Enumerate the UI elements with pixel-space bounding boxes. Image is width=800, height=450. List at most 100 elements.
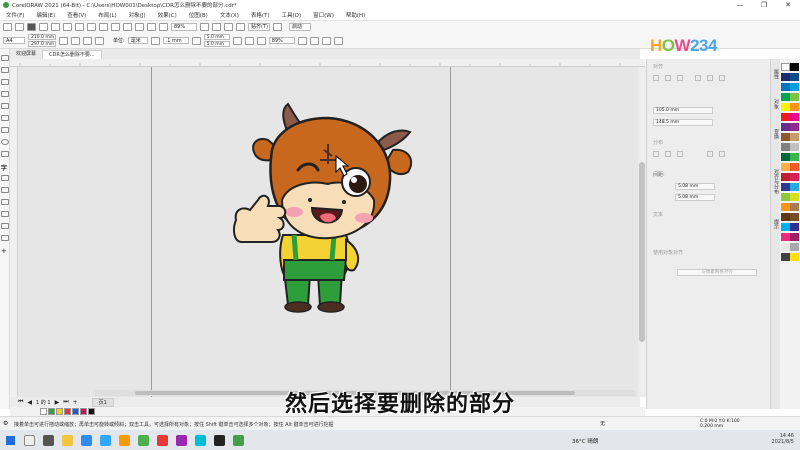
- maximize-button[interactable]: ❐: [752, 0, 776, 10]
- windows-start-icon[interactable]: [0, 430, 20, 450]
- eyedropper-tool-icon[interactable]: [1, 223, 9, 229]
- palette-orange[interactable]: [790, 103, 799, 111]
- menu-tools[interactable]: 工具(O): [276, 11, 308, 19]
- docker-tab-transform[interactable]: 变换: [772, 129, 780, 139]
- palette-royal[interactable]: [790, 223, 799, 231]
- menu-view[interactable]: 查看(V): [61, 11, 92, 19]
- edge-icon[interactable]: [81, 434, 92, 446]
- app-icon-red[interactable]: [157, 434, 168, 446]
- menu-bitmaps[interactable]: 位图(B): [183, 11, 214, 19]
- photoshop-icon[interactable]: [100, 434, 111, 446]
- all-pages-icon[interactable]: [83, 36, 92, 45]
- palette-dark-blue[interactable]: [790, 73, 799, 81]
- zoom-width-icon[interactable]: [321, 36, 331, 45]
- palette-azure[interactable]: [781, 223, 790, 231]
- illustrator-icon[interactable]: [119, 434, 130, 446]
- undo-icon[interactable]: [99, 23, 108, 31]
- bull-cartoon-drawing[interactable]: [228, 100, 428, 315]
- vertical-scroll-thumb[interactable]: [639, 162, 645, 342]
- palette-chartreuse[interactable]: [790, 193, 799, 201]
- palette-magenta[interactable]: [790, 113, 799, 121]
- app-icon-purple[interactable]: [176, 434, 187, 446]
- swatch-magenta[interactable]: [80, 408, 87, 415]
- menu-table[interactable]: 表格(T): [245, 11, 276, 19]
- menu-text[interactable]: 文本(X): [214, 11, 245, 19]
- palette-plum[interactable]: [790, 233, 799, 241]
- new-document-icon[interactable]: [3, 23, 12, 31]
- zoom-field[interactable]: 89%: [268, 37, 295, 44]
- docker-tab-align-distribute[interactable]: 对齐与分布: [772, 169, 780, 194]
- swatch-yellow[interactable]: [56, 408, 63, 415]
- palette-navy[interactable]: [781, 73, 790, 81]
- add-tool-icon[interactable]: +: [1, 247, 9, 255]
- menu-layout[interactable]: 布局(L): [92, 11, 122, 19]
- edit-scale-icon[interactable]: [256, 36, 266, 45]
- palette-none[interactable]: [781, 63, 790, 71]
- last-page-icon[interactable]: ⏭: [63, 398, 68, 406]
- palette-amber[interactable]: [781, 203, 790, 211]
- rectangle-tool-icon[interactable]: [1, 127, 9, 133]
- menu-object[interactable]: 对象(J): [123, 11, 152, 19]
- palette-violet[interactable]: [790, 123, 799, 131]
- ellipse-tool-icon[interactable]: [1, 139, 9, 145]
- palette-khaki[interactable]: [790, 203, 799, 211]
- palette-light-gray[interactable]: [781, 243, 790, 251]
- coreldraw-taskbar-icon[interactable]: [138, 434, 149, 446]
- full-screen-icon[interactable]: [200, 23, 209, 31]
- palette-forest[interactable]: [781, 153, 790, 161]
- tab-document[interactable]: CDR怎么删除不要...: [42, 49, 102, 59]
- freehand-tool-icon[interactable]: [1, 103, 9, 109]
- drop-shadow-tool-icon[interactable]: [1, 199, 9, 205]
- polygon-tool-icon[interactable]: [1, 151, 9, 157]
- menu-edit[interactable]: 编辑(E): [30, 11, 61, 19]
- palette-tan[interactable]: [790, 133, 799, 141]
- units-select[interactable]: 毫米: [127, 37, 148, 44]
- app-icon-black[interactable]: [214, 434, 225, 446]
- align-top-icon[interactable]: [695, 75, 701, 81]
- distribute-top-icon[interactable]: [707, 151, 713, 157]
- palette-blue[interactable]: [781, 83, 790, 91]
- spacing-v-field[interactable]: 5.08 mm: [675, 194, 715, 201]
- search-icon[interactable]: [24, 434, 35, 446]
- task-view-icon[interactable]: [43, 434, 54, 446]
- distribute-middle-icon[interactable]: [719, 151, 725, 157]
- close-button[interactable]: ✕: [776, 0, 800, 10]
- distribute-center-icon[interactable]: [665, 151, 671, 157]
- connector-tool-icon[interactable]: [1, 187, 9, 193]
- app-icon-green[interactable]: [233, 434, 244, 446]
- weather-widget[interactable]: 36°C 晴朗: [572, 437, 598, 445]
- search-content-icon[interactable]: [123, 23, 132, 31]
- swatch-blue[interactable]: [72, 408, 79, 415]
- palette-black[interactable]: [790, 63, 799, 71]
- align-left-icon[interactable]: [653, 75, 659, 81]
- prev-page-icon[interactable]: ◀: [27, 399, 32, 406]
- file-explorer-icon[interactable]: [62, 434, 73, 446]
- rulers-icon[interactable]: [212, 23, 221, 31]
- distribute-right-icon[interactable]: [677, 151, 683, 157]
- landscape-icon[interactable]: [71, 36, 80, 45]
- palette-rose[interactable]: [790, 173, 799, 181]
- menu-effects[interactable]: 效果(C): [152, 11, 183, 19]
- status-gear-icon[interactable]: ⚙: [3, 420, 8, 427]
- pick-tool-icon[interactable]: [1, 55, 9, 61]
- app-icon-cyan[interactable]: [195, 434, 206, 446]
- palette-silver[interactable]: [790, 143, 799, 151]
- docker-tab-objects[interactable]: 对象: [772, 99, 780, 109]
- menu-file[interactable]: 文件(F): [0, 11, 30, 19]
- palette-sienna[interactable]: [790, 213, 799, 221]
- vertical-scrollbar[interactable]: [638, 67, 646, 397]
- zoom-fit-icon[interactable]: [297, 36, 307, 45]
- x-position-field[interactable]: 105.0 mm: [653, 107, 713, 114]
- next-page-icon[interactable]: ▶: [55, 399, 60, 406]
- import-icon[interactable]: [135, 23, 144, 31]
- snap-to-dropdown[interactable]: 贴齐(T): [248, 23, 270, 31]
- palette-vermilion[interactable]: [790, 163, 799, 171]
- page-width-field[interactable]: 210.0 mm: [28, 34, 56, 40]
- guidelines-icon[interactable]: [236, 23, 245, 31]
- redo-icon[interactable]: [111, 23, 120, 31]
- swatch-white[interactable]: [40, 408, 47, 415]
- y-position-field[interactable]: 148.5 mm: [653, 119, 713, 126]
- palette-gold[interactable]: [781, 163, 790, 171]
- view-mode-icon[interactable]: [232, 36, 242, 45]
- swatch-green[interactable]: [48, 408, 55, 415]
